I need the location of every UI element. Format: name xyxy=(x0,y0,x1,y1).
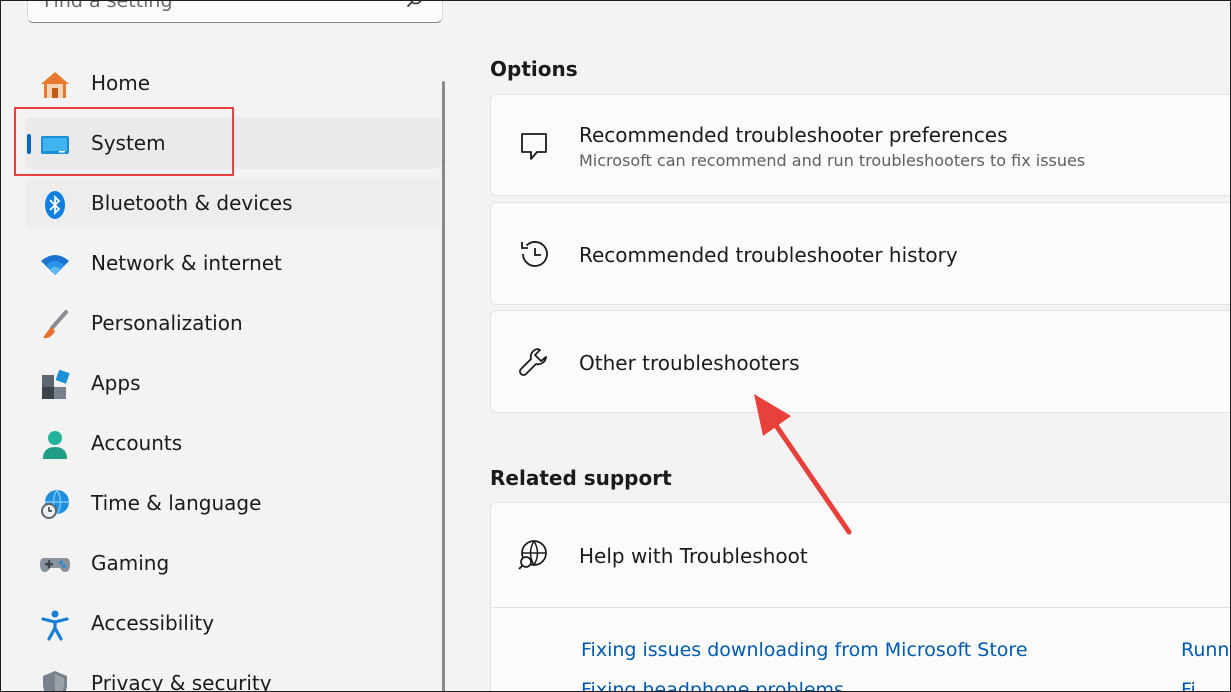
card-subtitle: Microsoft can recommend and run troubles… xyxy=(579,151,1086,170)
annotation-highlight-box xyxy=(14,107,234,176)
person-icon xyxy=(39,429,69,459)
brush-icon xyxy=(39,309,69,339)
support-link[interactable]: Fi xyxy=(1181,679,1196,691)
sidebar-item-label: Personalization xyxy=(91,311,243,335)
accessibility-icon xyxy=(39,609,69,641)
search-box[interactable]: Find a setting xyxy=(27,1,443,23)
help-troubleshoot-header[interactable]: Help with Troubleshoot xyxy=(491,503,1230,608)
sidebar-item-gaming[interactable]: Gaming xyxy=(25,537,441,589)
chat-bubble-icon xyxy=(517,129,551,163)
wifi-icon xyxy=(39,249,69,279)
sidebar-item-label: Network & internet xyxy=(91,251,282,275)
home-icon xyxy=(39,69,69,99)
sidebar-item-label: Gaming xyxy=(91,551,170,575)
sidebar-item-accessibility[interactable]: Accessibility xyxy=(25,597,441,649)
wrench-icon xyxy=(517,345,551,379)
card-title: Recommended troubleshooter preferences xyxy=(579,123,1008,147)
sidebar-item-apps[interactable]: Apps xyxy=(25,357,441,409)
shield-icon xyxy=(39,669,69,691)
sidebar-item-privacy[interactable]: Privacy & security xyxy=(25,657,441,692)
gamepad-icon xyxy=(39,549,70,579)
bluetooth-icon xyxy=(39,189,69,219)
settings-window: Find a setting Home System Bluetooth & d… xyxy=(0,0,1231,692)
troubleshooter-preferences-card[interactable]: Recommended troubleshooter preferences M… xyxy=(490,94,1230,196)
apps-icon xyxy=(39,369,70,399)
sidebar-item-label: Accessibility xyxy=(91,611,215,635)
history-icon xyxy=(517,237,551,271)
sidebar-item-label: Home xyxy=(91,71,151,95)
sidebar-item-personalization[interactable]: Personalization xyxy=(25,297,441,349)
sidebar-item-bluetooth[interactable]: Bluetooth & devices xyxy=(25,177,441,229)
card-title: Other troubleshooters xyxy=(579,351,800,375)
sidebar-item-network[interactable]: Network & internet xyxy=(25,237,441,289)
sidebar-item-label: Accounts xyxy=(91,431,183,455)
sidebar-item-label: Time & language xyxy=(91,491,262,515)
sidebar-item-label: Bluetooth & devices xyxy=(91,191,293,215)
support-link[interactable]: Runn xyxy=(1181,639,1229,661)
sidebar-item-home[interactable]: Home xyxy=(25,57,441,109)
sidebar-item-label: Privacy & security xyxy=(91,671,272,692)
sidebar-item-accounts[interactable]: Accounts xyxy=(25,417,441,469)
annotation-arrow xyxy=(754,394,852,535)
search-icon[interactable] xyxy=(406,1,424,13)
sidebar-scrollbar[interactable] xyxy=(442,81,445,691)
options-heading: Options xyxy=(490,57,578,81)
globe-clock-icon xyxy=(39,489,69,519)
web-search-icon xyxy=(517,538,551,572)
troubleshooter-history-card[interactable]: Recommended troubleshooter history xyxy=(490,202,1230,305)
sidebar-item-label: Apps xyxy=(91,371,141,395)
sidebar-item-time-language[interactable]: Time & language xyxy=(25,477,441,529)
support-link[interactable]: Fixing issues downloading from Microsoft… xyxy=(581,639,1028,661)
related-support-heading: Related support xyxy=(490,466,672,490)
card-title: Recommended troubleshooter history xyxy=(579,243,958,267)
card-title: Help with Troubleshoot xyxy=(579,544,808,568)
search-input[interactable]: Find a setting xyxy=(44,1,173,12)
support-link[interactable]: Fixing headphone problems xyxy=(581,679,844,691)
